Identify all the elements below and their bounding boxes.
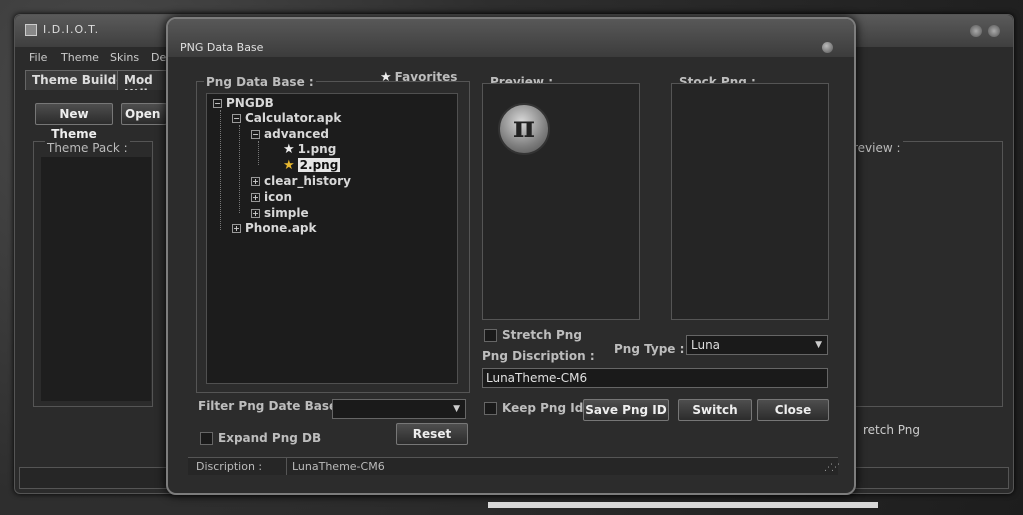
preview-label: review : <box>851 141 903 155</box>
star-icon: ★ <box>283 142 295 157</box>
menu-file[interactable]: File <box>29 51 47 64</box>
tree-node-2png[interactable]: ★ 2.png <box>283 158 341 173</box>
tree-node-root[interactable]: − PNGDB <box>213 96 274 110</box>
stretch-png-label: retch Png <box>863 423 921 437</box>
collapse-icon[interactable]: − <box>251 130 260 139</box>
expand-icon[interactable]: + <box>251 177 260 186</box>
minimize-icon[interactable] <box>970 25 982 37</box>
chevron-down-icon: ▼ <box>453 404 460 414</box>
png-tree[interactable]: − PNGDB − Calculator.apk − advanced ★ 1.png … <box>206 93 458 384</box>
tree-node-phone[interactable]: + Phone.apk <box>232 221 317 235</box>
new-theme-button[interactable]: New Theme <box>35 103 113 141</box>
tree-connector <box>258 141 259 165</box>
keep-png-id-label: Keep Png Id <box>502 401 584 415</box>
tree-node-1png[interactable]: ★ 1.png <box>283 142 336 157</box>
pi-preview-icon: π <box>498 103 550 155</box>
menu-skins[interactable]: Skins <box>110 51 139 64</box>
taskbar-strip <box>488 502 878 508</box>
tree-node-clear-history[interactable]: + clear_history <box>251 174 351 188</box>
png-description-label: Png Discription : <box>482 349 595 363</box>
app-icon <box>25 24 37 36</box>
favorites-star-icon: ★ <box>380 70 392 85</box>
tree-node-label: advanced <box>264 127 329 141</box>
keep-png-id-checkbox[interactable] <box>484 402 497 415</box>
chevron-down-icon: ▼ <box>815 340 822 350</box>
dialog-title: PNG Data Base <box>180 41 264 54</box>
expand-icon[interactable]: + <box>251 193 260 202</box>
stock-png-pane <box>671 83 829 320</box>
expand-icon[interactable]: + <box>251 209 260 218</box>
status-label: Discription : <box>196 460 263 473</box>
tree-node-label-selected: 2.png <box>297 158 341 172</box>
tree-node-label: clear_history <box>264 174 351 188</box>
filter-select[interactable]: ▼ <box>332 399 466 419</box>
png-type-label: Png Type : <box>614 342 685 356</box>
tree-node-label: 1.png <box>297 142 337 156</box>
png-database-label: Png Data Base : <box>204 75 316 89</box>
dialog-status-bar: Discription : LunaTheme-CM6 <box>188 457 838 475</box>
open-theme-button[interactable]: Open The <box>121 103 167 125</box>
theme-pack-label: Theme Pack : <box>45 141 130 155</box>
status-divider <box>286 457 287 475</box>
tree-node-label: icon <box>264 190 293 204</box>
close-icon[interactable] <box>988 25 1000 37</box>
reset-button[interactable]: Reset <box>396 423 468 445</box>
stretch-png-checkbox[interactable] <box>484 329 497 342</box>
filter-label: Filter Png Date Base : <box>198 399 347 413</box>
favorite-star-icon: ★ <box>283 158 295 173</box>
collapse-icon[interactable]: − <box>232 114 241 123</box>
tree-node-label: Calculator.apk <box>245 111 342 125</box>
tree-node-label: simple <box>264 206 309 220</box>
theme-pack-list[interactable] <box>41 157 151 401</box>
favorites-link[interactable]: ★ Favorites <box>380 70 457 85</box>
switch-button[interactable]: Switch <box>678 399 752 421</box>
png-type-value: Luna <box>691 338 721 352</box>
expand-png-db-checkbox[interactable] <box>200 432 213 445</box>
dialog-close-icon[interactable] <box>822 42 833 53</box>
close-button[interactable]: Close <box>757 399 829 421</box>
tree-node-label: Phone.apk <box>245 221 317 235</box>
collapse-icon[interactable]: − <box>213 99 222 108</box>
tree-node-simple[interactable]: + simple <box>251 206 309 220</box>
dialog-titlebar: PNG Data Base <box>168 19 854 57</box>
menu-theme[interactable]: Theme <box>61 51 99 64</box>
stretch-png-label: Stretch Png <box>502 328 582 342</box>
png-type-select[interactable]: Luna ▼ <box>686 335 828 355</box>
resize-grip-icon[interactable]: ⋰⋰ <box>824 463 840 473</box>
png-database-dialog: PNG Data Base Png Data Base : ★ Favorites… <box>166 17 856 495</box>
tree-node-calculator[interactable]: − Calculator.apk <box>232 111 341 125</box>
expand-icon[interactable]: + <box>232 224 241 233</box>
expand-png-db-label: Expand Png DB <box>218 431 322 445</box>
main-window-title: I.D.I.O.T. <box>43 23 100 36</box>
tree-node-advanced[interactable]: − advanced <box>251 127 329 141</box>
save-png-id-button[interactable]: Save Png ID <box>583 399 669 421</box>
tree-node-label: PNGDB <box>226 96 274 110</box>
tree-node-icon[interactable]: + icon <box>251 190 292 204</box>
tree-connector <box>239 125 240 213</box>
preview-group <box>843 141 1003 407</box>
png-description-input[interactable]: LunaTheme-CM6 <box>482 368 828 388</box>
favorites-label: Favorites <box>394 70 458 84</box>
tree-connector <box>220 110 221 230</box>
status-value: LunaTheme-CM6 <box>292 460 385 473</box>
